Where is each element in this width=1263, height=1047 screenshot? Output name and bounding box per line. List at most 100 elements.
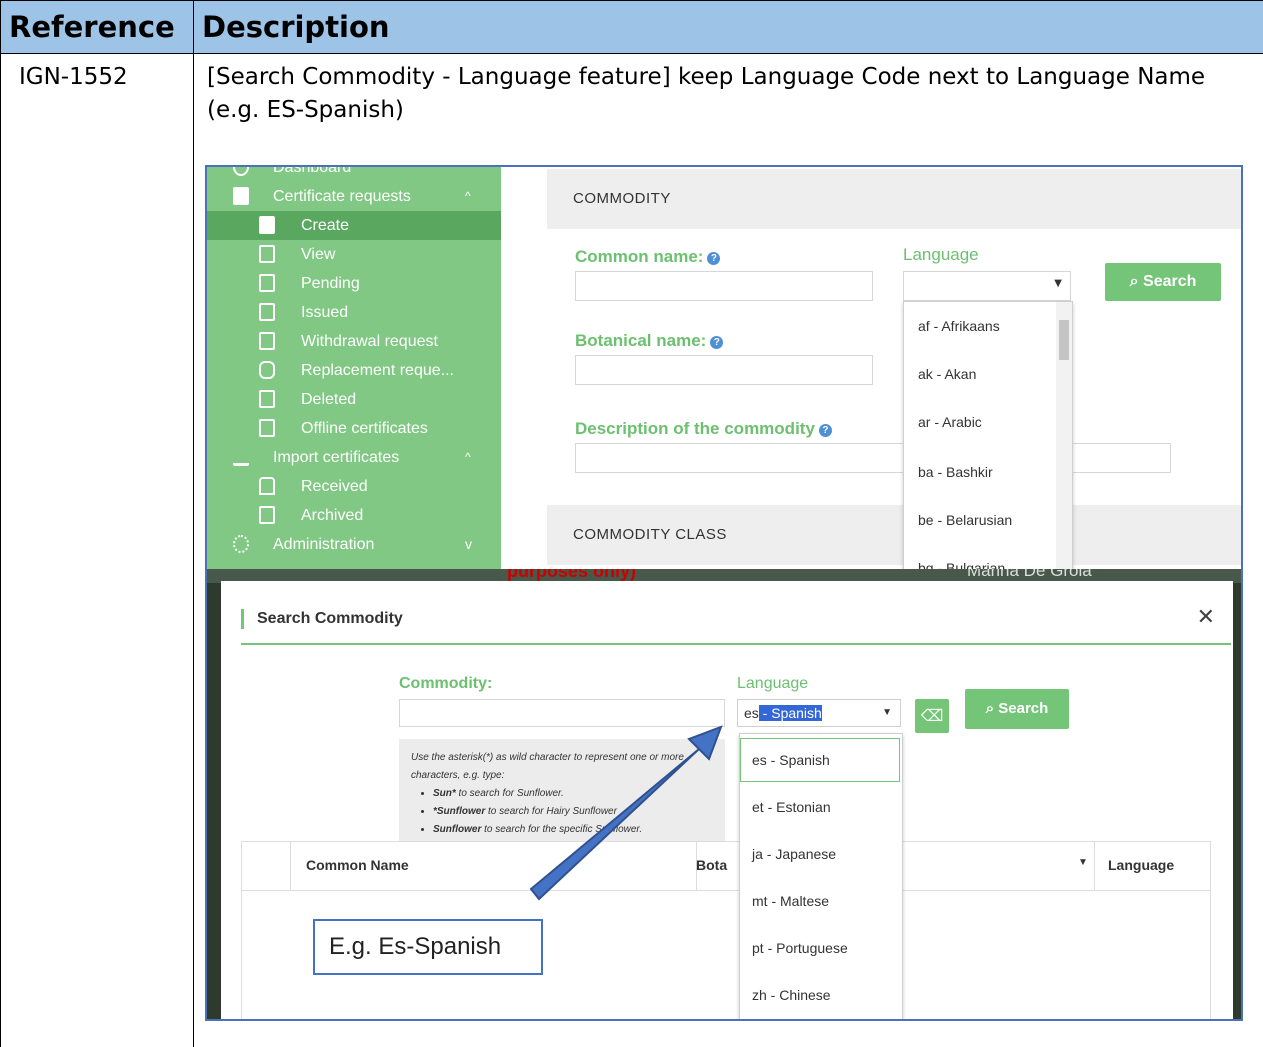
deleted-icon [259, 390, 275, 408]
close-icon[interactable]: ✕ [1197, 605, 1215, 630]
sidebar-item-offline-certificates[interactable]: Offline certificates [207, 414, 501, 443]
sidebar-item-pending[interactable]: Pending [207, 269, 501, 298]
sidebar-item-create[interactable]: Create [207, 211, 501, 240]
language-option[interactable]: zh - Chinese [752, 987, 831, 1003]
sidebar-item-dashboard[interactable]: Dashboard [207, 167, 501, 182]
hint-item: Sunflower to search for the specific Sun… [433, 821, 713, 839]
sidebar: Dashboard Certificate requests ^ Create … [207, 167, 501, 569]
caret-down-icon[interactable]: ▼ [1078, 857, 1088, 868]
commodity-label: Commodity: [399, 675, 493, 692]
help-icon[interactable]: ? [707, 252, 721, 265]
pending-icon [259, 274, 275, 292]
language-option[interactable]: ak - Akan [918, 366, 976, 382]
language-option[interactable]: af - Afrikaans [918, 318, 1000, 334]
language-option[interactable]: be - Belarusian [918, 512, 1012, 528]
sidebar-item-certificate-requests[interactable]: Certificate requests ^ [207, 182, 501, 211]
dashboard-icon [233, 167, 249, 176]
search-icon: ⌕ [985, 700, 999, 717]
chevron-up-icon: ^ [465, 189, 471, 203]
sidebar-item-deleted[interactable]: Deleted [207, 385, 501, 414]
common-name-label: Common name:? [575, 247, 721, 267]
view-icon [259, 245, 275, 263]
commodity-form: COMMODITY Common name:? Language ▼ ⌕ Sea… [501, 167, 1241, 569]
section-commodity-class: COMMODITY CLASS [547, 505, 1241, 565]
language-option[interactable]: ja - Japanese [752, 846, 836, 862]
create-icon [259, 216, 275, 234]
issued-icon [259, 303, 275, 321]
language-option[interactable]: es - Spanish [752, 752, 830, 768]
language-option[interactable]: ar - Arabic [918, 414, 982, 430]
hint-item: *Sunflower to search for Hairy Sunflower [433, 803, 713, 821]
search-button[interactable]: ⌕ Search [965, 689, 1069, 729]
column-common-name[interactable]: Common Name [306, 857, 409, 873]
results-grid-header: Common Name Bota ▼ Language [241, 841, 1211, 891]
sidebar-item-issued[interactable]: Issued [207, 298, 501, 327]
modal-title: Search Commodity [257, 610, 403, 627]
sidebar-item-withdrawal-request[interactable]: Withdrawal request [207, 327, 501, 356]
hint-intro: Use the asterisk(*) as wild character to… [411, 752, 684, 781]
eraser-icon: ⌫ [920, 706, 944, 725]
botanical-name-label: Botanical name:? [575, 331, 724, 351]
search-commodity-screenshot: purposes only) Marina De Groia Search Co… [207, 569, 1241, 1019]
commodity-input[interactable] [399, 699, 725, 727]
title-accent [241, 609, 244, 629]
language-option[interactable]: mt - Maltese [752, 893, 829, 909]
search-button[interactable]: ⌕ Search [1105, 263, 1221, 301]
selected-text: - Spanish [758, 705, 822, 721]
caret-down-icon: ▼ [882, 707, 892, 718]
column-divider [193, 1, 194, 1047]
edit-icon [259, 419, 275, 437]
sidebar-item-replacement-request[interactable]: Replacement reque... [207, 356, 501, 385]
sidebar-item-administration[interactable]: Administration v [207, 530, 501, 559]
certificate-form-screenshot: Dashboard Certificate requests ^ Create … [207, 167, 1241, 569]
help-icon[interactable]: ? [818, 424, 832, 437]
scrollbar[interactable] [1056, 302, 1072, 569]
title-divider [241, 643, 1231, 645]
language-select[interactable]: ▼ [903, 271, 1071, 301]
language-option[interactable]: ba - Bashkir [918, 464, 993, 480]
language-option[interactable]: et - Estonian [752, 799, 831, 815]
caret-down-icon: ▼ [1054, 278, 1062, 289]
reference-cell: IGN-1552 [19, 64, 128, 90]
scrollbar-thumb[interactable] [1059, 320, 1069, 360]
inbox-icon [259, 477, 275, 495]
sidebar-item-received[interactable]: Received [207, 472, 501, 501]
language-select[interactable]: es - Spanish ▼ [737, 699, 901, 727]
column-botanical[interactable]: Bota [696, 857, 727, 873]
search-icon: ⌕ [1129, 273, 1144, 290]
background-user-name: Marina De Groia [967, 569, 1092, 580]
withdrawal-icon [259, 332, 275, 350]
common-name-input[interactable] [575, 271, 873, 301]
help-icon[interactable]: ? [710, 336, 724, 349]
clear-button[interactable]: ⌫ [915, 699, 949, 733]
hint-item: Sun* to search for Sunflower. [433, 785, 713, 803]
language-dropdown-list: af - Afrikaans ak - Akan ar - Arabic ba … [903, 301, 1073, 569]
description-cell: [Search Commodity - Language feature] ke… [207, 64, 1206, 123]
document-icon [233, 187, 249, 205]
language-option[interactable]: pt - Portuguese [752, 940, 848, 956]
sidebar-item-archived[interactable]: Archived [207, 501, 501, 530]
sidebar-item-view[interactable]: View [207, 240, 501, 269]
callout-box: E.g. Es-Spanish [313, 919, 543, 975]
description-label: Description of the commodity? [575, 419, 832, 439]
search-commodity-modal: Search Commodity ✕ Commodity: Language e… [221, 581, 1233, 1019]
gears-icon [233, 535, 249, 553]
section-commodity: COMMODITY [547, 169, 1241, 229]
language-label: Language [737, 675, 809, 692]
archive-icon [259, 506, 275, 524]
header-reference: Reference [1, 1, 193, 54]
header-description: Description [194, 1, 1263, 54]
reference-description-table: Reference Description IGN-1552 [Search C… [0, 0, 1263, 1047]
screenshot-composite: Dashboard Certificate requests ^ Create … [205, 165, 1243, 1021]
download-icon [233, 448, 249, 466]
chevron-down-icon: v [465, 536, 472, 552]
sidebar-item-import-certificates[interactable]: Import certificates ^ [207, 443, 501, 472]
language-option[interactable]: bg - Bulgarian [918, 560, 1005, 569]
botanical-name-input[interactable] [575, 355, 873, 385]
replacement-icon [259, 361, 275, 379]
chevron-up-icon: ^ [465, 450, 471, 464]
language-dropdown-list: es - Spanish et - Estonian ja - Japanese… [739, 733, 903, 1019]
language-label: Language [903, 245, 979, 264]
description-input[interactable] [575, 443, 1171, 473]
column-language[interactable]: Language [1108, 857, 1174, 873]
